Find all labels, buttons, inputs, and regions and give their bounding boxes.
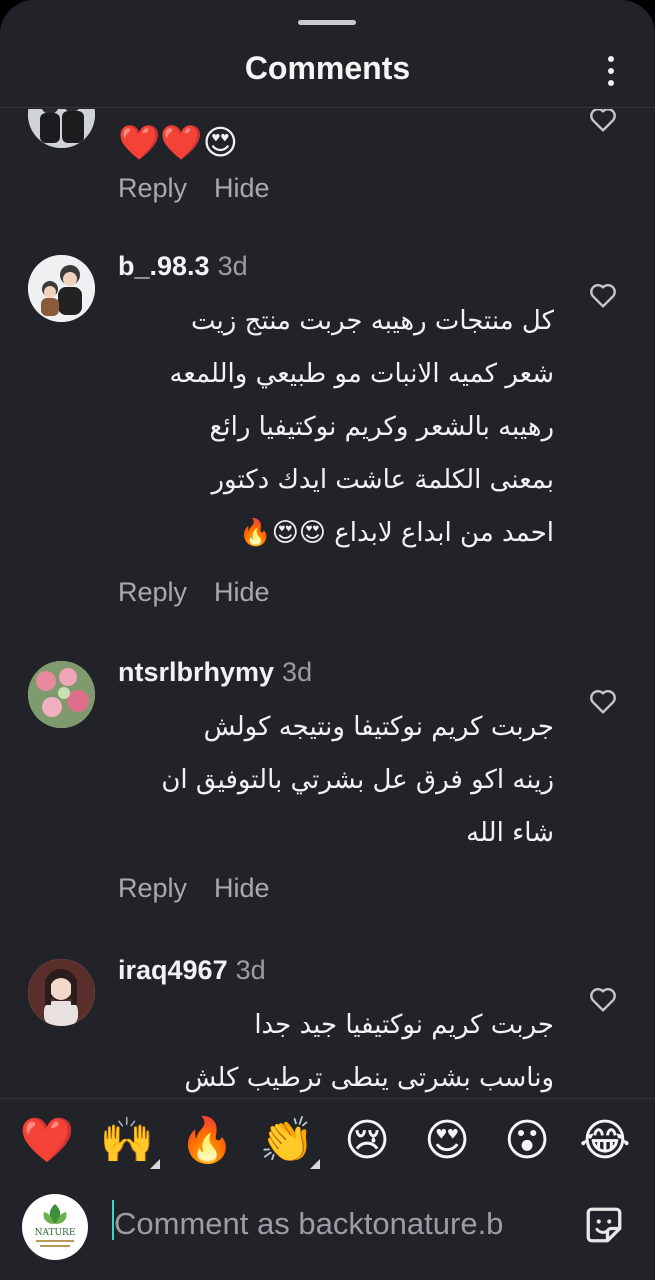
comment-actions: Reply Hide — [118, 577, 270, 608]
comment-text: جربت كريم نوكتيفيا جيد جدا وناسب بشرتى ي… — [184, 1010, 554, 1093]
surprised-face-icon[interactable]: 😮 — [498, 1113, 556, 1169]
page-title: Comments — [244, 50, 411, 86]
raising-hands-glyph: 🙌 — [99, 1115, 155, 1166]
raising-hands-icon[interactable]: 🙌 — [98, 1113, 160, 1169]
username-text[interactable]: ntsrlbrhymy — [118, 657, 274, 687]
heart-eyes-icon[interactable]: 😍 — [418, 1113, 476, 1169]
reply-button[interactable]: Reply — [118, 577, 187, 607]
comment-actions: Reply Hide — [118, 873, 270, 904]
variant-indicator-icon — [150, 1159, 160, 1169]
comments-sheet: Comments ❤️❤️😍 Reply Hide b_.98.3 3d كل … — [0, 0, 655, 1280]
hide-button[interactable]: Hide — [214, 577, 270, 607]
fire-icon[interactable]: 🔥 — [178, 1113, 236, 1169]
more-options-icon[interactable] — [599, 56, 623, 90]
avatar[interactable] — [28, 109, 95, 148]
reply-button[interactable]: Reply — [118, 173, 187, 203]
crying-face-icon[interactable]: 😢 — [338, 1113, 396, 1169]
comment-text: جربت كريم نوكتيفا ونتيجه كولش زينه اكو ف… — [161, 712, 554, 848]
heart-outline-icon[interactable] — [586, 685, 620, 717]
comment-timestamp: 3d — [217, 251, 248, 281]
variant-indicator-icon — [310, 1159, 320, 1169]
avatar[interactable] — [28, 661, 95, 728]
comment-username[interactable]: ntsrlbrhymy 3d — [118, 657, 312, 688]
heart-outline-icon[interactable] — [586, 983, 620, 1015]
heart-outline-icon[interactable] — [586, 279, 620, 311]
hide-button[interactable]: Hide — [214, 173, 270, 203]
avatar[interactable]: NATURE — [22, 1194, 88, 1260]
comment-username[interactable]: iraq4967 3d — [118, 955, 266, 986]
username-text[interactable]: b_.98.3 — [118, 251, 210, 281]
comment-actions: Reply Hide — [118, 173, 270, 204]
clapping-hands-glyph: 👏 — [259, 1115, 315, 1166]
comment-list[interactable]: ❤️❤️😍 Reply Hide b_.98.3 3d كل منتجات ره… — [0, 109, 655, 1097]
red-heart-icon[interactable]: ❤️ — [18, 1113, 76, 1169]
emoji-reaction-bar: ❤️ 🙌 🔥 👏 😢 😍 😮 😂 — [0, 1098, 655, 1182]
username-text[interactable]: iraq4967 — [118, 955, 228, 985]
hide-button[interactable]: Hide — [214, 873, 270, 903]
comment-timestamp: 3d — [282, 657, 313, 687]
brand-logo-icon — [36, 1204, 74, 1247]
clapping-hands-icon[interactable]: 👏 — [258, 1113, 320, 1169]
heart-outline-icon[interactable] — [586, 109, 620, 135]
comment-text: ❤️❤️😍 — [118, 123, 239, 163]
drag-handle[interactable] — [298, 20, 356, 25]
comment-composer: NATURE — [0, 1182, 655, 1280]
comment-text: كل منتجات رهيبه جربت منتج زيت شعر كميه ا… — [169, 306, 554, 548]
avatar[interactable] — [28, 959, 95, 1026]
comment-timestamp: 3d — [235, 955, 266, 985]
comment-username[interactable]: b_.98.3 3d — [118, 251, 248, 282]
tears-of-joy-icon[interactable]: 😂 — [576, 1113, 634, 1169]
comment-input[interactable] — [114, 1200, 564, 1248]
reply-button[interactable]: Reply — [118, 873, 187, 903]
sticker-icon[interactable] — [583, 1204, 625, 1246]
comments-header: Comments — [0, 40, 655, 108]
avatar[interactable] — [28, 255, 95, 322]
logo-text: NATURE — [34, 1228, 76, 1238]
